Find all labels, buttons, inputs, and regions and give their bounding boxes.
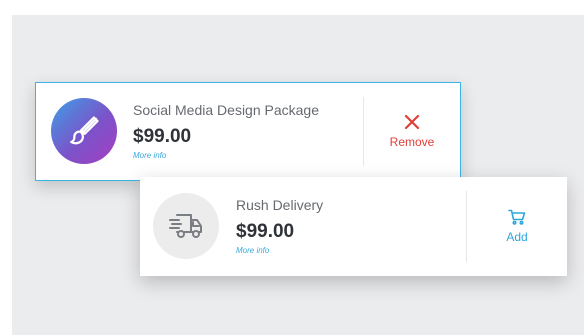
product-card-social-media-design[interactable]: Social Media Design Package $99.00 More …: [35, 82, 461, 181]
product-info: Social Media Design Package $99.00 More …: [133, 101, 319, 162]
product-title: Social Media Design Package: [133, 102, 319, 118]
product-price: $99.00: [133, 126, 192, 147]
cart-icon: [508, 209, 526, 225]
remove-label: Remove: [389, 134, 435, 149]
product-card-rush-delivery[interactable]: Rush Delivery $99.00 More info Add: [140, 177, 567, 276]
product-info: Rush Delivery $99.00 More info: [236, 196, 323, 257]
more-info-link[interactable]: More info: [133, 150, 319, 162]
close-icon: [404, 114, 420, 130]
product-thumbnail: [51, 98, 117, 164]
add-label: Add: [506, 229, 528, 244]
product-thumbnail: [153, 193, 219, 259]
add-button[interactable]: Add: [467, 177, 567, 276]
paintbrush-icon: [67, 114, 101, 148]
product-price: $99.00: [236, 221, 295, 242]
remove-button[interactable]: Remove: [364, 83, 460, 180]
product-title: Rush Delivery: [236, 197, 324, 213]
more-info-link[interactable]: More info: [236, 245, 323, 257]
delivery-truck-icon: [168, 211, 204, 241]
